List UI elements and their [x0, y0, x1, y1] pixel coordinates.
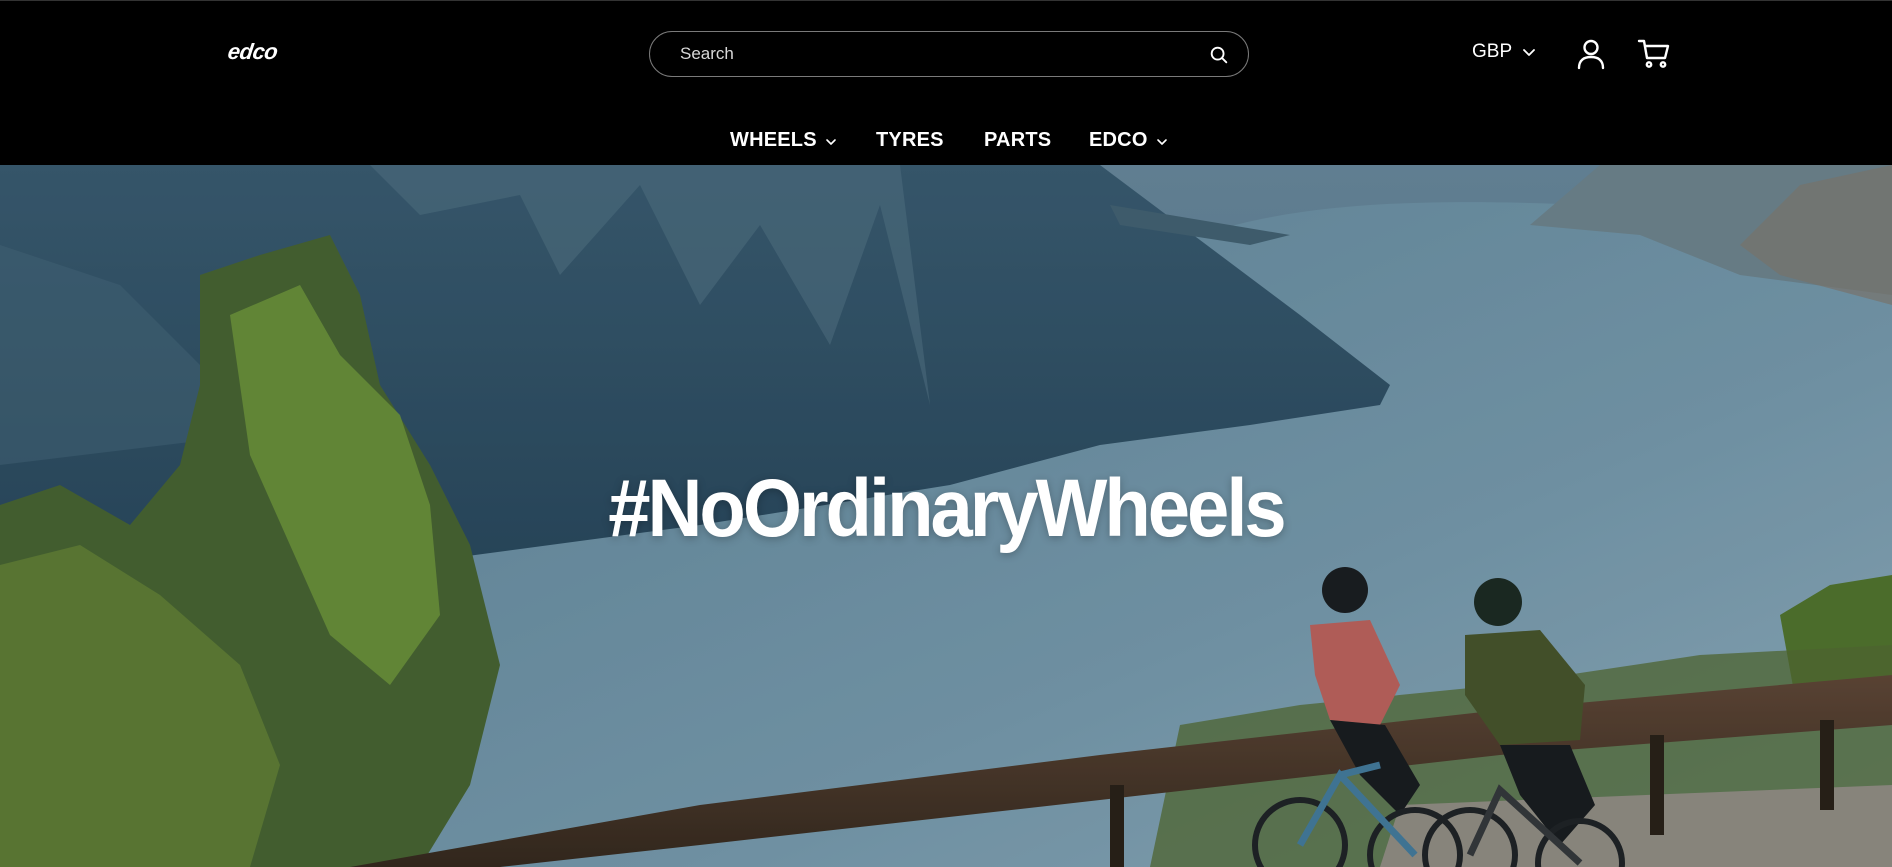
nav-item-edco[interactable]: EDCO — [1089, 129, 1168, 152]
nav-item-label: WHEELS — [730, 129, 817, 151]
nav-item-tyres[interactable]: TYRES — [876, 129, 944, 152]
nav-item-wheels[interactable]: WHEELS — [730, 129, 837, 152]
chevron-down-icon — [1523, 49, 1536, 56]
currency-label: GBP — [1472, 41, 1513, 62]
search-icon[interactable] — [1208, 44, 1230, 66]
nav-item-label: PARTS — [984, 129, 1052, 151]
chevron-down-icon — [825, 138, 836, 145]
hero-banner[interactable]: #NoOrdinaryWheels — [0, 165, 1892, 867]
brand-logo[interactable]: edco — [226, 39, 279, 65]
hero-heading: #NoOrdinaryWheels — [608, 462, 1286, 555]
nav-item-label: EDCO — [1089, 129, 1148, 151]
chevron-down-icon — [1156, 138, 1167, 145]
nav-item-parts[interactable]: PARTS — [984, 129, 1051, 152]
cart-icon[interactable] — [1637, 37, 1671, 69]
main-navigation: WHEELS TYRES PARTS EDCO — [0, 129, 1892, 159]
search-input[interactable] — [678, 32, 1198, 76]
currency-selector[interactable]: GBP — [1472, 41, 1536, 63]
nav-item-label: TYRES — [876, 129, 944, 151]
site-header: edco GBP WHEELS TYRES PARTS — [0, 0, 1892, 165]
user-icon[interactable] — [1576, 38, 1606, 70]
search-bar[interactable] — [649, 31, 1249, 77]
